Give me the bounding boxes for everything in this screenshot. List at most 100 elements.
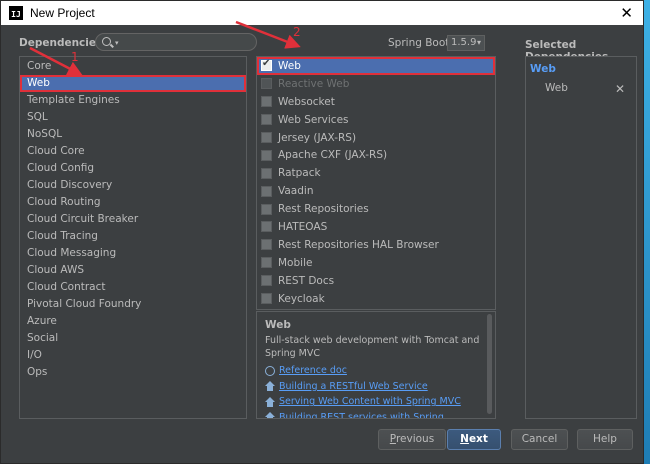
dependency-label: Ratpack [278, 167, 321, 180]
dependency-item-mobile[interactable]: Mobile [257, 254, 495, 272]
dependency-label: Keycloak [278, 292, 325, 305]
dependency-item-reactive-web[interactable]: Reactive Web [257, 75, 495, 93]
spring-boot-label: Spring Boot [388, 37, 450, 49]
link-label: Reference doc [279, 365, 347, 377]
category-item-web[interactable]: Web [20, 75, 246, 92]
dependency-label: Websocket [278, 95, 335, 108]
category-item-cloud-aws[interactable]: Cloud AWS [20, 262, 246, 279]
link-serving-web-content-with-spring-mvc[interactable]: Serving Web Content with Spring MVC [265, 394, 487, 410]
dependency-item-vaadin[interactable]: Vaadin [257, 182, 495, 200]
dependency-item-rest-docs[interactable]: REST Docs [257, 272, 495, 290]
dependency-label: Apache CXF (JAX-RS) [278, 149, 388, 162]
link-label: Building a RESTful Web Service [279, 380, 428, 392]
dependency-label: Reactive Web [278, 77, 350, 90]
dependency-checkbox [261, 78, 272, 90]
dependency-item-rest-repositories-hal-browser[interactable]: Rest Repositories HAL Browser [257, 236, 495, 254]
dependency-label: Jersey (JAX-RS) [278, 131, 357, 144]
selected-item-web: Web [545, 82, 568, 94]
search-dropdown-icon: ▾ [115, 39, 119, 47]
dependency-item-apache-cxf-jax-rs-[interactable]: Apache CXF (JAX-RS) [257, 146, 495, 164]
dependencies-label: Dependencies [19, 37, 103, 49]
category-item-template-engines[interactable]: Template Engines [20, 92, 246, 109]
guide-home-icon [265, 381, 275, 392]
dependency-checkbox[interactable] [261, 293, 272, 305]
spring-boot-version-value: 1.5.9 [451, 37, 477, 48]
dependency-item-websocket[interactable]: Websocket [257, 93, 495, 111]
previous-rest: revious [395, 433, 435, 445]
category-item-cloud-messaging[interactable]: Cloud Messaging [20, 245, 246, 262]
dependency-item-web-services[interactable]: Web Services [257, 111, 495, 129]
selected-dependencies-panel: Web Web ✕ [525, 56, 637, 419]
cancel-button[interactable]: Cancel [511, 429, 568, 450]
link-building-a-restful-web-service[interactable]: Building a RESTful Web Service [265, 379, 487, 395]
annotation-marker-2: 2 [293, 25, 301, 39]
dependency-checkbox[interactable] [261, 185, 272, 197]
description-scrollbar[interactable] [487, 314, 492, 414]
dependency-item-rest-repositories[interactable]: Rest Repositories [257, 200, 495, 218]
category-item-core[interactable]: Core [20, 58, 246, 75]
reference-doc-icon [265, 365, 275, 376]
guide-home-icon [265, 396, 275, 407]
category-item-cloud-contract[interactable]: Cloud Contract [20, 279, 246, 296]
category-item-i-o[interactable]: I/O [20, 347, 246, 364]
dependency-checkbox[interactable] [261, 58, 272, 72]
dependency-label: REST Docs [278, 274, 335, 287]
dependency-label: Mobile [278, 256, 313, 269]
next-mnemonic: N [460, 433, 469, 445]
category-item-cloud-config[interactable]: Cloud Config [20, 160, 246, 177]
link-building-rest-services-with-spring[interactable]: Building REST services with Spring [265, 410, 487, 419]
dependency-checkbox[interactable] [261, 96, 272, 108]
annotation-marker-1: 1 [71, 50, 79, 64]
new-project-dialog: IJ New Project ✕ Dependencies ▾ Spring B… [0, 0, 644, 464]
dependency-label: Rest Repositories HAL Browser [278, 238, 439, 251]
dependency-label: Web [278, 59, 301, 72]
next-button[interactable]: Next [447, 429, 501, 450]
dependency-checkbox[interactable] [261, 132, 272, 143]
category-item-sql[interactable]: SQL [20, 109, 246, 126]
dependency-checkbox[interactable] [261, 114, 272, 126]
category-item-cloud-core[interactable]: Cloud Core [20, 143, 246, 160]
dependency-label: HATEOAS [278, 220, 328, 233]
link-label: Building REST services with Spring [279, 411, 444, 419]
dependency-item-jersey-jax-rs-[interactable]: Jersey (JAX-RS) [257, 129, 495, 147]
category-item-nosql[interactable]: NoSQL [20, 126, 246, 143]
dependency-item-ratpack[interactable]: Ratpack [257, 164, 495, 182]
search-icon [102, 37, 111, 46]
category-list: Core Web Template Engines SQL NoSQL Cloud Cor… [19, 56, 247, 419]
link-reference-doc[interactable]: Reference doc [265, 363, 487, 379]
window-title: New Project [30, 6, 95, 20]
dependency-label: Vaadin [278, 185, 314, 198]
spring-boot-version-select[interactable]: 1.5.9 ▾ [447, 35, 485, 51]
next-rest: ext [468, 433, 488, 445]
dependency-item-web[interactable]: Web [257, 57, 495, 75]
description-title: Web [265, 319, 291, 331]
remove-icon[interactable]: ✕ [615, 82, 625, 96]
dependency-checkbox[interactable] [261, 239, 272, 251]
dependency-checkbox[interactable] [261, 203, 272, 215]
category-item-cloud-tracing[interactable]: Cloud Tracing [20, 228, 246, 245]
selected-group-web: Web [530, 63, 556, 75]
dependency-list: Web Reactive Web Websocket Web Services Jers… [256, 56, 496, 310]
category-item-cloud-routing[interactable]: Cloud Routing [20, 194, 246, 211]
chevron-down-icon: ▾ [476, 38, 481, 47]
title-bar: IJ New Project ✕ [1, 1, 643, 25]
category-item-cloud-discovery[interactable]: Cloud Discovery [20, 177, 246, 194]
search-input[interactable]: ▾ [95, 33, 257, 51]
dependency-item-hateoas[interactable]: HATEOAS [257, 218, 495, 236]
category-item-ops[interactable]: Ops [20, 364, 246, 381]
category-item-cloud-circuit-breaker[interactable]: Cloud Circuit Breaker [20, 211, 246, 228]
help-button[interactable]: Help [577, 429, 633, 450]
category-item-azure[interactable]: Azure [20, 313, 246, 330]
category-item-social[interactable]: Social [20, 330, 246, 347]
dependency-checkbox[interactable] [261, 167, 272, 179]
category-item-pivotal-cloud-foundry[interactable]: Pivotal Cloud Foundry [20, 296, 246, 313]
previous-button[interactable]: Previous [378, 429, 446, 450]
close-icon[interactable]: ✕ [620, 4, 633, 22]
dependency-label: Web Services [278, 113, 349, 126]
description-text: Full-stack web development with Tomcat a… [265, 335, 480, 359]
dependency-item-keycloak[interactable]: Keycloak [257, 290, 495, 308]
dependency-checkbox[interactable] [261, 275, 272, 287]
dependency-checkbox[interactable] [261, 221, 272, 233]
dependency-checkbox[interactable] [261, 257, 272, 269]
dependency-checkbox[interactable] [261, 149, 272, 161]
